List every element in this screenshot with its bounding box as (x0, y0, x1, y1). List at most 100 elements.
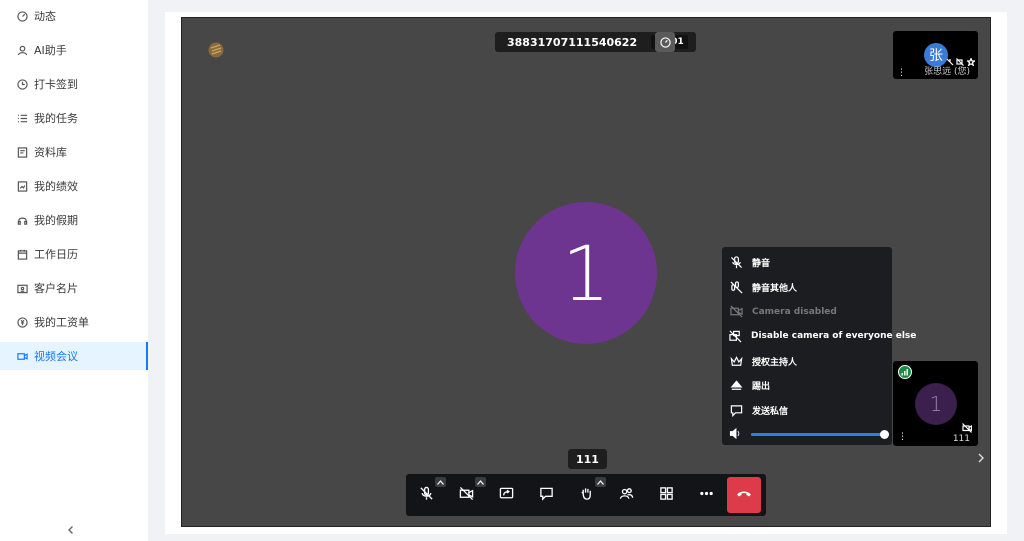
menu-item-grant-moderator[interactable]: 授权主持人 (722, 349, 892, 374)
collapse-sidebar-button[interactable] (66, 524, 76, 538)
raise-hand-icon (579, 486, 594, 505)
sidebar-item-dynamics[interactable]: 动态 (0, 2, 148, 30)
mic-off-icon (419, 486, 434, 505)
remote-name: 111 (952, 434, 970, 444)
camera-off-icon (962, 418, 973, 433)
participants-button[interactable] (613, 482, 639, 508)
sidebar-item-label: 打卡签到 (34, 78, 78, 91)
meeting-id: 38831707111540622 (507, 35, 638, 49)
reactions-caret[interactable] (595, 477, 606, 487)
calendar-icon (16, 248, 28, 260)
volume-slider-thumb[interactable] (880, 430, 889, 440)
remote-video-tile[interactable]: 1 ⋮ 111 (893, 361, 978, 446)
dominant-speaker-label: 111 (568, 449, 607, 469)
sidebar-item-label: 视频会议 (34, 350, 78, 363)
remote-avatar: 1 (915, 383, 957, 425)
sidebar-item-library[interactable]: 资料库 (0, 138, 148, 166)
sidebar-item-performance[interactable]: 我的绩效 (0, 172, 148, 200)
message-icon (729, 403, 743, 417)
camera-off-icon (956, 51, 964, 66)
speaker-icon (729, 425, 742, 444)
mic-off-icon (946, 51, 954, 66)
mic-off-others-icon (729, 280, 743, 294)
chat-icon (539, 486, 554, 505)
sidebar-item-ai-assistant[interactable]: AI助手 (0, 36, 148, 64)
sidebar-item-label: 动态 (34, 10, 56, 23)
main-participant-avatar: 1 (515, 202, 657, 344)
menu-item-label: 静音其他人 (752, 283, 798, 294)
menu-item-private-message[interactable]: 发送私信 (722, 398, 892, 423)
chevron-right-icon[interactable] (977, 448, 987, 463)
participant-context-menu: 静音 静音其他人 Camera disabled Disable camera … (722, 247, 916, 447)
sidebar-item-tasks[interactable]: 我的任务 (0, 104, 148, 132)
tile-view-icon (659, 486, 674, 505)
tile-menu-icon[interactable]: ⋮ (897, 69, 906, 78)
dashboard-icon (16, 10, 28, 22)
chat-button[interactable] (533, 482, 559, 508)
audio-settings-caret[interactable] (435, 477, 446, 487)
coin-icon (16, 316, 28, 328)
menu-item-kick[interactable]: 踢出 (722, 373, 892, 398)
sidebar-item-calendar[interactable]: 工作日历 (0, 240, 148, 268)
more-icon (699, 486, 714, 505)
sidebar-item-label: 工作日历 (34, 248, 78, 261)
camera-off-icon (729, 305, 743, 319)
volume-slider-fill (751, 433, 889, 437)
volume-row (722, 423, 892, 447)
document-icon (16, 146, 28, 158)
sidebar-item-label: 我的绩效 (34, 180, 78, 193)
sidebar-item-holidays[interactable]: 我的假期 (0, 206, 148, 234)
tile-view-button[interactable] (653, 482, 679, 508)
menu-item-label: 静音 (752, 258, 771, 269)
hangup-button[interactable] (727, 477, 761, 513)
meeting-stage[interactable]: 38831707111540622 24:01 1 张 ⋮ 张思远 (您) 静音… (181, 17, 991, 527)
self-name: 张思远 (您) (924, 67, 970, 77)
menu-item-disable-camera-others[interactable]: Disable camera of everyone else (722, 324, 916, 349)
menu-item-label: 授权主持人 (752, 357, 798, 368)
clock-icon (16, 78, 28, 90)
screen-share-button[interactable] (493, 482, 519, 508)
more-actions-button[interactable] (693, 482, 719, 508)
sidebar-item-label: AI助手 (34, 44, 67, 57)
participants-icon (619, 486, 634, 505)
meeting-logo-icon (208, 42, 224, 58)
card-icon (16, 282, 28, 294)
sidebar-item-label: 我的任务 (34, 112, 78, 125)
report-icon (16, 180, 28, 192)
menu-item-label: Camera disabled (752, 306, 837, 317)
tile-menu-icon[interactable]: ⋮ (898, 432, 907, 442)
headphones-icon (16, 214, 28, 226)
screen-share-icon (499, 486, 514, 505)
connection-quality-icon[interactable] (898, 365, 912, 379)
video-icon (16, 350, 28, 362)
menu-item-label: 发送私信 (752, 406, 789, 417)
menu-item-camera-disabled: Camera disabled (722, 299, 892, 324)
menu-item-label: Disable camera of everyone else (751, 331, 917, 342)
meeting-toolbar (406, 474, 766, 516)
sidebar: 动态 AI助手 打卡签到 我的任务 资料库 我的绩效 我的假期 工作日历 客户名… (0, 0, 148, 541)
connection-stats-button[interactable] (655, 32, 675, 52)
video-settings-caret[interactable] (475, 477, 486, 487)
menu-item-mute-others[interactable]: 静音其他人 (722, 275, 892, 300)
self-video-tile[interactable]: 张 ⋮ 张思远 (您) (893, 31, 978, 79)
sidebar-item-video-meeting[interactable]: 视频会议 (0, 342, 148, 370)
moderator-star-icon (965, 51, 977, 67)
sidebar-item-label: 客户名片 (34, 282, 78, 295)
mic-off-icon (729, 255, 743, 269)
sidebar-item-label: 我的假期 (34, 214, 78, 227)
menu-item-label: 踢出 (752, 382, 771, 393)
gauge-icon (659, 33, 671, 52)
user-icon (16, 44, 28, 56)
sidebar-item-label: 资料库 (34, 146, 67, 159)
sidebar-item-checkin[interactable]: 打卡签到 (0, 70, 148, 98)
eject-icon (729, 379, 743, 393)
volume-slider[interactable] (751, 430, 889, 440)
camera-off-icon (459, 486, 474, 505)
sidebar-item-payslip[interactable]: 我的工资单 (0, 308, 148, 336)
sidebar-item-label: 我的工资单 (34, 316, 89, 329)
chevron-left-icon (66, 524, 76, 538)
menu-item-mute[interactable]: 静音 (722, 250, 892, 275)
hangup-icon (736, 485, 752, 505)
sidebar-item-business-cards[interactable]: 客户名片 (0, 274, 148, 302)
camera-off-others-icon (729, 329, 742, 343)
